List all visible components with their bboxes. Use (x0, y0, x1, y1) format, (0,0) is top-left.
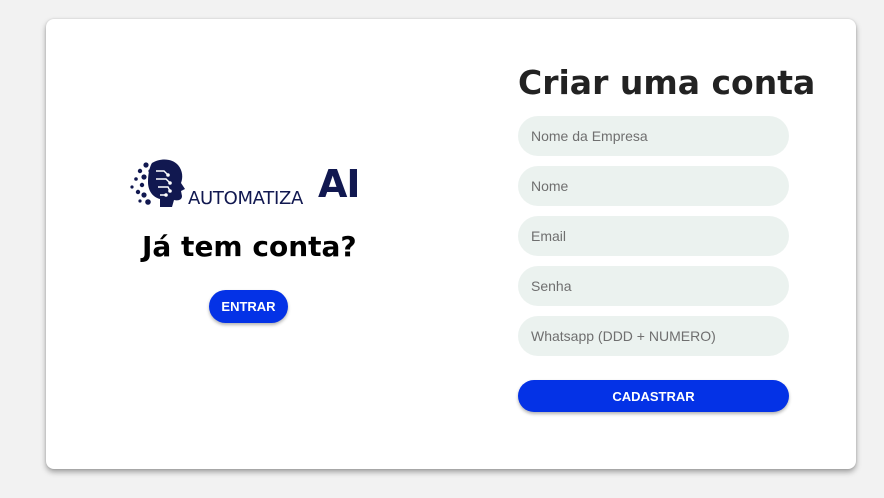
password-input[interactable] (518, 266, 789, 306)
ai-head-circuit-icon (130, 159, 185, 207)
email-input[interactable] (518, 216, 789, 256)
register-button[interactable]: CADASTRAR (518, 380, 789, 412)
signup-card: AUTOMATIZA AI Já tem conta? ENTRAR Criar… (46, 19, 856, 469)
whatsapp-input[interactable] (518, 316, 789, 356)
brand-logo: AUTOMATIZA AI (130, 157, 366, 211)
company-name-input[interactable] (518, 116, 789, 156)
logo-ai-mark: AI (318, 162, 361, 206)
enter-button[interactable]: ENTRAR (209, 290, 288, 323)
signup-title: Criar uma conta (518, 63, 816, 102)
name-input[interactable] (518, 166, 789, 206)
logo-wordmark: AUTOMATIZA (188, 188, 304, 209)
have-account-heading: Já tem conta? (142, 230, 357, 263)
